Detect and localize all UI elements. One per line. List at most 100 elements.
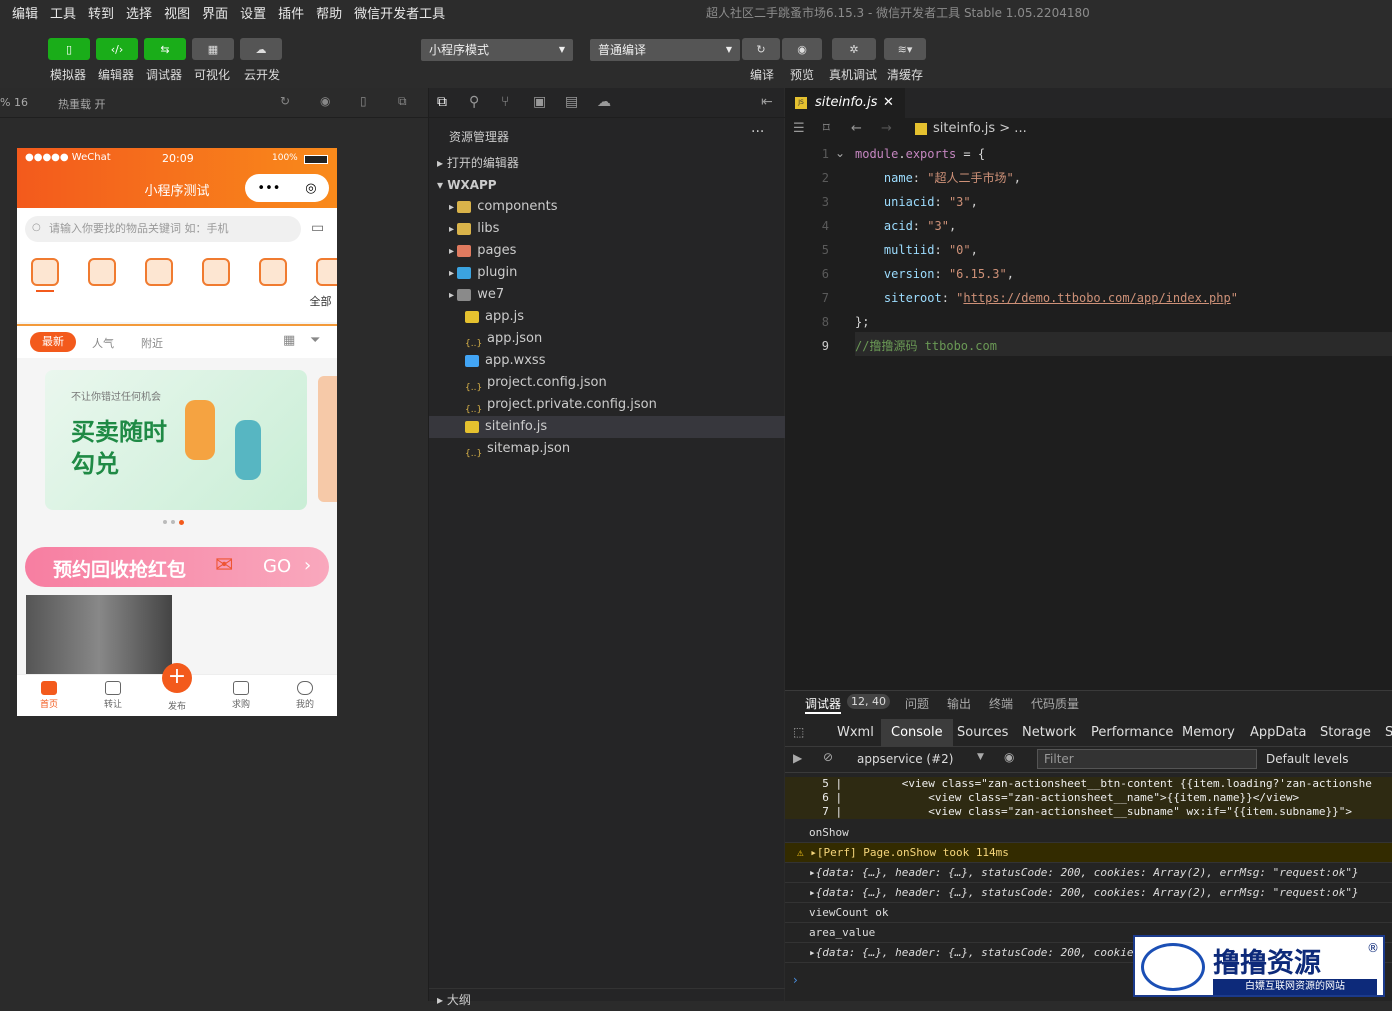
- filter-input[interactable]: Filter: [1037, 749, 1257, 769]
- clear-cache-button[interactable]: ≋▾: [884, 38, 926, 60]
- message-icon[interactable]: ▭: [311, 220, 324, 236]
- prompt-chevron-icon[interactable]: ›: [793, 973, 798, 987]
- debugger-toggle-button[interactable]: ⇆: [144, 38, 186, 60]
- cloud-icon[interactable]: ☁: [597, 94, 611, 110]
- banner-carousel[interactable]: 不让你错过任何机会 买卖随时 勾兑: [45, 370, 307, 510]
- menu-item[interactable]: 帮助: [316, 3, 342, 22]
- editor-tab-siteinfo[interactable]: JS siteinfo.js ✕: [785, 88, 905, 118]
- compile-button[interactable]: ↻: [742, 38, 780, 60]
- extensions-icon[interactable]: ▣: [533, 94, 546, 110]
- tab-home[interactable]: 首页: [29, 679, 69, 710]
- devtab-network[interactable]: Network: [1022, 719, 1076, 747]
- devtab-performance[interactable]: Performance: [1091, 719, 1173, 747]
- git-icon[interactable]: ⑂: [501, 94, 509, 110]
- file-tree-item[interactable]: {..} project.config.json: [429, 372, 785, 394]
- stop-icon[interactable]: ◉: [320, 94, 330, 108]
- hotreload-toggle[interactable]: 热重载 开: [58, 96, 106, 112]
- more-icon[interactable]: •••: [257, 181, 280, 196]
- eye-icon[interactable]: ◉: [1004, 750, 1014, 764]
- log-entry[interactable]: ▸{data: {…}, header: {…}, statusCode: 20…: [785, 863, 1392, 883]
- tab-mine[interactable]: 我的: [285, 679, 325, 710]
- category-pet[interactable]: 宠物: [245, 250, 301, 290]
- files-icon[interactable]: ⧉: [437, 94, 447, 110]
- file-tree-item[interactable]: ▸ components: [429, 196, 785, 218]
- close-circle-icon[interactable]: ◎: [305, 181, 316, 196]
- menu-item[interactable]: 选择: [126, 3, 152, 22]
- devtab-console[interactable]: Console: [881, 719, 953, 747]
- file-tree-item[interactable]: {..} app.json: [429, 328, 785, 350]
- device-icon[interactable]: ▯: [360, 94, 367, 108]
- clear-console-icon[interactable]: ⊘: [823, 750, 833, 764]
- forward-arrow-icon[interactable]: →: [881, 118, 892, 140]
- outline-section[interactable]: ▸ 大纲: [429, 988, 785, 1010]
- menu-item[interactable]: 界面: [202, 3, 228, 22]
- menu-item[interactable]: 设置: [240, 3, 266, 22]
- more-actions-icon[interactable]: ···: [751, 124, 764, 140]
- real-debug-button[interactable]: ✲: [832, 38, 876, 60]
- menu-item[interactable]: 编辑: [12, 3, 38, 22]
- category-digital[interactable]: 数码: [74, 250, 130, 290]
- file-tree-item[interactable]: ▸ pages: [429, 240, 785, 262]
- tab-transfer[interactable]: 转让: [93, 679, 133, 710]
- devtab-appdata[interactable]: AppData: [1250, 719, 1306, 747]
- sidebar-toggle-icon[interactable]: ▶: [793, 751, 802, 765]
- log-entry[interactable]: ⚠ ▸[Perf] Page.onShow took 114ms: [785, 843, 1392, 863]
- devtab-memory[interactable]: Memory: [1182, 719, 1235, 747]
- thumbnail-image[interactable]: [26, 595, 172, 675]
- inspect-icon[interactable]: ⬚: [793, 725, 804, 739]
- compile-mode-select[interactable]: 普通编译 ▼: [590, 39, 740, 61]
- breadcrumb[interactable]: siteinfo.js > ...: [933, 118, 1027, 140]
- capsule-menu[interactable]: ••• ◎: [245, 174, 329, 202]
- search-icon[interactable]: ⚲: [469, 94, 479, 110]
- category-clothing[interactable]: 服装: [302, 250, 337, 290]
- menu-item[interactable]: 视图: [164, 3, 190, 22]
- devtab-wxml[interactable]: Wxml: [837, 719, 874, 747]
- collapse-panel-icon[interactable]: ⇤: [761, 94, 773, 110]
- menu-item[interactable]: 工具: [50, 3, 76, 22]
- tab-output[interactable]: 输出: [947, 695, 971, 712]
- open-editors-section[interactable]: ▸ 打开的编辑器: [429, 152, 785, 174]
- zoom-select[interactable]: % 16: [0, 96, 28, 109]
- back-arrow-icon[interactable]: ←: [851, 118, 862, 140]
- context-select[interactable]: appservice (#2): [857, 752, 953, 766]
- filter-latest[interactable]: 最新: [30, 332, 76, 352]
- popout-icon[interactable]: ⧉: [398, 94, 407, 109]
- simulator-toggle-button[interactable]: ▯: [48, 38, 90, 60]
- file-tree-item[interactable]: app.wxss: [429, 350, 785, 372]
- file-tree-item[interactable]: {..} project.private.config.json: [429, 394, 785, 416]
- visual-toggle-button[interactable]: ▦: [192, 38, 234, 60]
- wxapp-section[interactable]: ▾ WXAPP: [429, 174, 785, 196]
- tab-publish[interactable]: + 发布: [157, 663, 197, 712]
- cloud-button[interactable]: ☁: [240, 38, 282, 60]
- file-tree-item[interactable]: ▸ we7: [429, 284, 785, 306]
- tab-terminal[interactable]: 终端: [989, 695, 1013, 712]
- mode-select[interactable]: 小程序模式 ▼: [421, 39, 573, 61]
- tab-problems[interactable]: 问题: [905, 695, 929, 712]
- filter-icon[interactable]: ⏷: [310, 333, 320, 348]
- recycle-promo-banner[interactable]: 预约回收抢红包 ✉ GO ›: [25, 547, 329, 587]
- search-input[interactable]: 请输入你要找的物品关键词 如：手机: [25, 216, 301, 242]
- preview-button[interactable]: ◉: [782, 38, 822, 60]
- devtab-more[interactable]: S: [1385, 719, 1392, 747]
- rotate-icon[interactable]: ↻: [280, 94, 290, 108]
- tab-debugger[interactable]: 调试器: [805, 695, 842, 714]
- category-home[interactable]: 家居: [131, 250, 187, 290]
- grid-view-icon[interactable]: ▦: [283, 333, 295, 348]
- category-appliance[interactable]: 电器: [188, 250, 244, 290]
- file-tree-item[interactable]: app.js: [429, 306, 785, 328]
- phone-simulator[interactable]: ●●●●● WeChat 20:09 100% 小程序测试 ••• ◎ 请输入你要…: [17, 148, 337, 716]
- filter-nearby[interactable]: 附近: [141, 335, 163, 351]
- devtab-storage[interactable]: Storage: [1320, 719, 1371, 747]
- close-icon[interactable]: ✕: [883, 88, 894, 118]
- menu-item[interactable]: 转到: [88, 3, 114, 22]
- save-icon[interactable]: ▤: [565, 94, 578, 110]
- category-all[interactable]: 全部: [17, 250, 332, 308]
- editor-toggle-button[interactable]: ‹/›: [96, 38, 138, 60]
- menu-item[interactable]: 微信开发者工具: [354, 3, 445, 22]
- bookmark-icon[interactable]: ⌑: [823, 118, 830, 140]
- file-tree-item[interactable]: ▸ plugin: [429, 262, 785, 284]
- menu-item[interactable]: 插件: [278, 3, 304, 22]
- list-icon[interactable]: ☰: [793, 118, 805, 140]
- devtab-sources[interactable]: Sources: [957, 719, 1008, 747]
- log-levels-select[interactable]: Default levels: [1266, 752, 1348, 766]
